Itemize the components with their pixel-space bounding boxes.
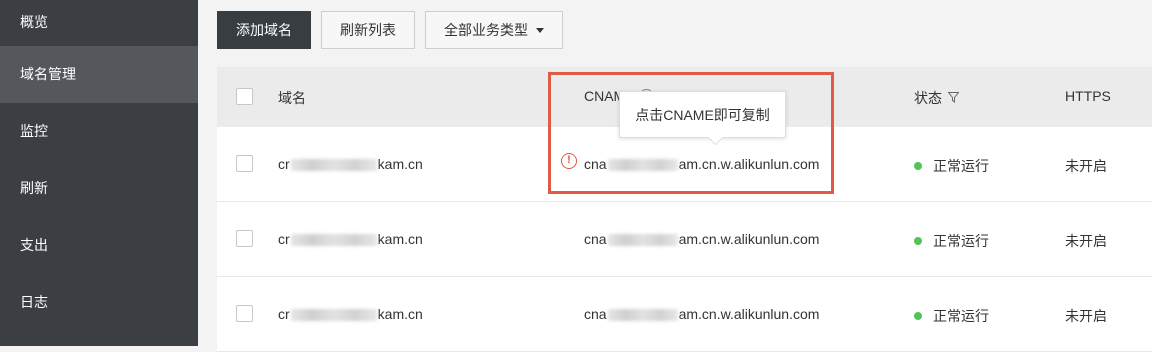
status-cell: 正常运行 [914, 306, 989, 326]
cname-cell[interactable]: cna am.cn.w.alikunlun.com [584, 306, 819, 322]
business-type-label: 全部业务类型 [444, 22, 528, 38]
domain-suffix: kam.cn [377, 156, 423, 172]
sidebar-item-refresh[interactable]: 刷新 [0, 160, 198, 217]
https-cell: 未开启 [1065, 233, 1107, 249]
cname-suffix: am.cn.w.alikunlun.com [678, 156, 820, 172]
refresh-list-button[interactable]: 刷新列表 [321, 11, 415, 49]
header-status: 状态 [914, 88, 959, 108]
header-https: HTTPS [1065, 88, 1111, 104]
domain-suffix: kam.cn [377, 231, 423, 247]
domain-prefix: cr [278, 156, 290, 172]
cname-prefix: cna [584, 306, 607, 322]
status-label: 正常运行 [933, 233, 989, 249]
https-cell: 未开启 [1065, 158, 1107, 174]
business-type-dropdown[interactable]: 全部业务类型 [425, 11, 563, 49]
select-all-checkbox[interactable] [236, 88, 253, 105]
redacted-text [290, 234, 377, 247]
domain-cell[interactable]: cr kam.cn [278, 231, 423, 247]
sidebar-item-monitoring[interactable]: 监控 [0, 103, 198, 160]
warning-icon: ! [561, 153, 577, 169]
status-dot-icon [914, 312, 922, 321]
redacted-text [607, 234, 678, 247]
status-cell: 正常运行 [914, 231, 989, 251]
sidebar-item-overview[interactable]: 概览 [0, 0, 198, 46]
cname-cell[interactable]: cna am.cn.w.alikunlun.com [584, 156, 819, 172]
cname-cell[interactable]: cna am.cn.w.alikunlun.com [584, 231, 819, 247]
sidebar-item-domain-management[interactable]: 域名管理 [0, 46, 198, 103]
row-checkbox[interactable] [236, 305, 253, 322]
cname-suffix: am.cn.w.alikunlun.com [678, 306, 820, 322]
domain-prefix: cr [278, 306, 290, 322]
caret-down-icon [536, 27, 544, 33]
cname-prefix: cna [584, 231, 607, 247]
copy-tooltip: 点击CNAME即可复制 [619, 91, 786, 138]
domain-suffix: kam.cn [377, 306, 423, 322]
domain-cell[interactable]: cr kam.cn [278, 156, 423, 172]
domain-cell[interactable]: cr kam.cn [278, 306, 423, 322]
table-row: cr kam.cn ! cna am.cn.w.alikunlun.com 正常运行… [217, 127, 1152, 202]
sidebar-item-logs[interactable]: 日志 [0, 274, 198, 331]
table-row: cr kam.cn cna am.cn.w.alikunlun.com 正常运行 未… [217, 277, 1152, 352]
filter-icon[interactable] [948, 91, 959, 103]
https-cell: 未开启 [1065, 308, 1107, 324]
status-cell: 正常运行 [914, 156, 989, 176]
status-label: 正常运行 [933, 158, 989, 174]
redacted-text [290, 309, 377, 322]
row-checkbox[interactable] [236, 155, 253, 172]
redacted-text [607, 159, 678, 172]
status-dot-icon [914, 237, 922, 246]
row-checkbox[interactable] [236, 230, 253, 247]
toolbar: 添加域名 刷新列表 全部业务类型 [217, 11, 563, 49]
cname-suffix: am.cn.w.alikunlun.com [678, 231, 820, 247]
header-status-label: 状态 [914, 90, 942, 106]
cname-prefix: cna [584, 156, 607, 172]
status-label: 正常运行 [933, 308, 989, 324]
main-content: 添加域名 刷新列表 全部业务类型 域名 CNAME? 状态 HTTPS crka… [198, 0, 1152, 352]
add-domain-button[interactable]: 添加域名 [217, 11, 311, 49]
sidebar-item-billing[interactable]: 支出 [0, 217, 198, 274]
status-dot-icon [914, 162, 922, 171]
table-row: cr kam.cn cna am.cn.w.alikunlun.com 正常运行 未… [217, 202, 1152, 277]
redacted-text [290, 159, 377, 172]
redacted-text [607, 309, 678, 322]
domain-prefix: cr [278, 231, 290, 247]
header-domain: 域名 [278, 90, 306, 106]
sidebar: 概览 域名管理 监控 刷新 支出 日志 [0, 0, 198, 346]
